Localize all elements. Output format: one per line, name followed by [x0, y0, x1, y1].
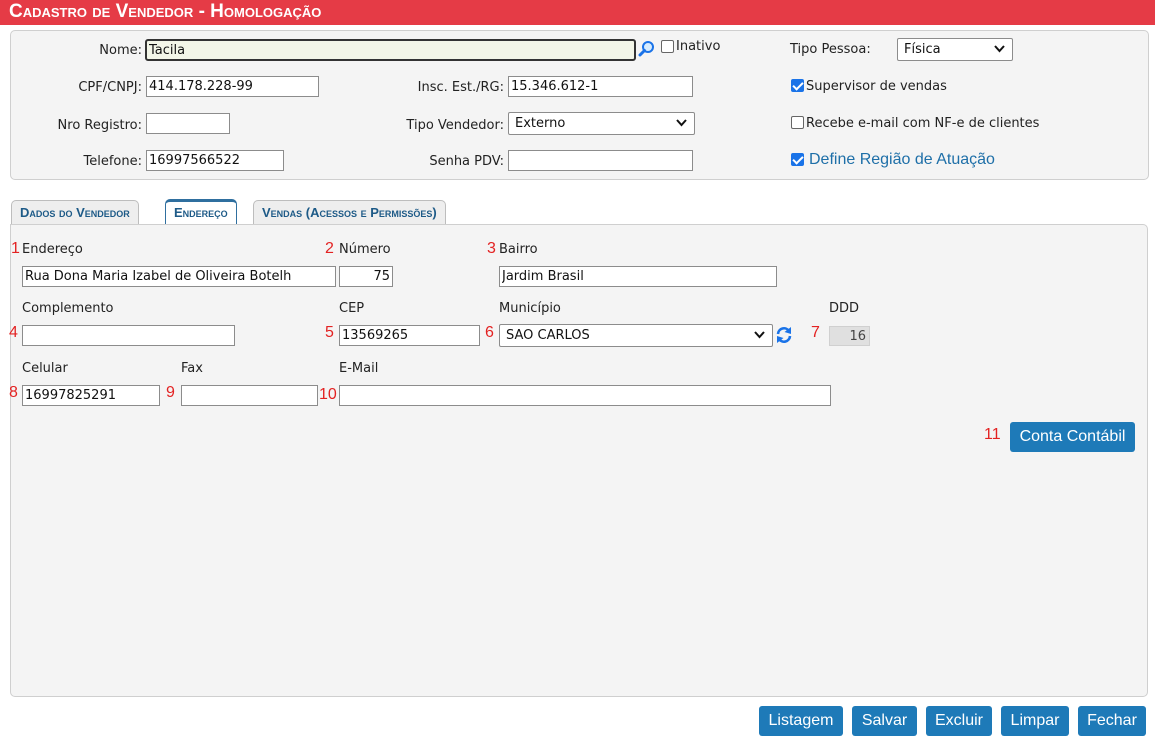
chevron-down-icon — [676, 119, 687, 127]
annotation-marker: 5 — [325, 324, 334, 341]
fax-label: Fax — [181, 361, 203, 376]
annotation-marker: 6 — [485, 324, 494, 341]
cep-label: CEP — [339, 301, 365, 316]
tipo-vendedor-select[interactable]: Externo — [508, 112, 695, 135]
annotation-marker: 3 — [487, 240, 496, 257]
telefone-field[interactable] — [146, 150, 284, 171]
annotation-marker: 2 — [325, 240, 334, 257]
email-field[interactable] — [339, 385, 831, 406]
municipio-value: SAO CARLOS — [506, 328, 590, 343]
fax-field[interactable] — [181, 385, 318, 406]
nome-field[interactable] — [145, 39, 636, 61]
supervisor-checkbox[interactable] — [791, 79, 804, 92]
search-icon[interactable] — [638, 40, 655, 57]
limpar-button[interactable]: Limpar — [1001, 706, 1069, 736]
bairro-field[interactable] — [499, 266, 777, 287]
annotation-marker: 7 — [811, 324, 820, 341]
fechar-button[interactable]: Fechar — [1078, 706, 1146, 736]
inativo-checkbox[interactable] — [661, 40, 674, 53]
tipo-pessoa-value: Física — [904, 42, 941, 57]
insc-est-field[interactable] — [508, 76, 693, 97]
municipio-label: Município — [499, 301, 561, 316]
nro-registro-field[interactable] — [146, 113, 230, 134]
cpf-label: CPF/CNPJ: — [78, 80, 142, 95]
telefone-label: Telefone: — [83, 154, 143, 169]
define-regiao-checkbox[interactable] — [791, 153, 804, 166]
annotation-marker: 8 — [9, 384, 18, 401]
annotation-marker: 11 — [984, 426, 1001, 443]
refresh-icon[interactable] — [775, 325, 793, 345]
conta-contabil-button[interactable]: Conta Contábil — [1010, 422, 1135, 452]
nome-label: Nome: — [99, 43, 142, 58]
ddd-field: 16 — [829, 326, 870, 346]
salvar-button[interactable]: Salvar — [852, 706, 917, 736]
endereco-field[interactable] — [22, 266, 336, 287]
numero-label: Número — [339, 242, 391, 257]
listagem-button[interactable]: Listagem — [759, 706, 843, 736]
senha-pdv-label: Senha PDV: — [429, 154, 504, 169]
recebe-email-label: Recebe e-mail com NF-e de clientes — [806, 116, 1040, 131]
endereco-label: Endereço — [22, 242, 83, 257]
supervisor-label: Supervisor de vendas — [806, 79, 947, 94]
annotation-marker: 10 — [319, 386, 337, 403]
annotation-marker: 9 — [166, 384, 175, 401]
chevron-down-icon — [994, 45, 1005, 53]
tipo-vendedor-label: Tipo Vendedor: — [406, 118, 504, 133]
recebe-email-checkbox[interactable] — [791, 116, 804, 129]
tab-endereco[interactable]: Endereço — [165, 199, 237, 225]
tipo-vendedor-value: Externo — [515, 116, 566, 131]
endereco-panel — [10, 224, 1148, 697]
tipo-pessoa-label: Tipo Pessoa: — [790, 42, 871, 57]
email-label: E-Mail — [339, 361, 379, 376]
municipio-select[interactable]: SAO CARLOS — [499, 324, 773, 347]
senha-pdv-field[interactable] — [508, 150, 693, 171]
insc-est-label: Insc. Est./RG: — [417, 80, 504, 95]
complemento-label: Complemento — [22, 301, 114, 316]
excluir-button[interactable]: Excluir — [926, 706, 992, 736]
ddd-label: DDD — [829, 301, 860, 316]
chevron-down-icon — [754, 331, 765, 339]
annotation-marker: 1 — [11, 240, 20, 257]
celular-field[interactable] — [22, 385, 160, 406]
tab-vendas[interactable]: Vendas (Acessos e Permissões) — [253, 200, 446, 225]
bairro-label: Bairro — [499, 242, 538, 257]
cep-field[interactable] — [339, 325, 480, 346]
tipo-pessoa-select[interactable]: Física — [897, 38, 1013, 61]
complemento-field[interactable] — [22, 325, 235, 346]
celular-label: Celular — [22, 361, 68, 376]
nro-registro-label: Nro Registro: — [57, 118, 142, 133]
annotation-marker: 4 — [9, 324, 18, 341]
cpf-field[interactable] — [146, 76, 319, 97]
inativo-label: Inativo — [676, 39, 721, 54]
numero-field[interactable] — [339, 266, 393, 287]
define-regiao-label: Define Região de Atuação — [809, 151, 995, 168]
window-title: Cadastro de Vendedor - Homologação — [9, 1, 322, 22]
tab-dados-vendedor[interactable]: Dados do Vendedor — [11, 200, 139, 225]
